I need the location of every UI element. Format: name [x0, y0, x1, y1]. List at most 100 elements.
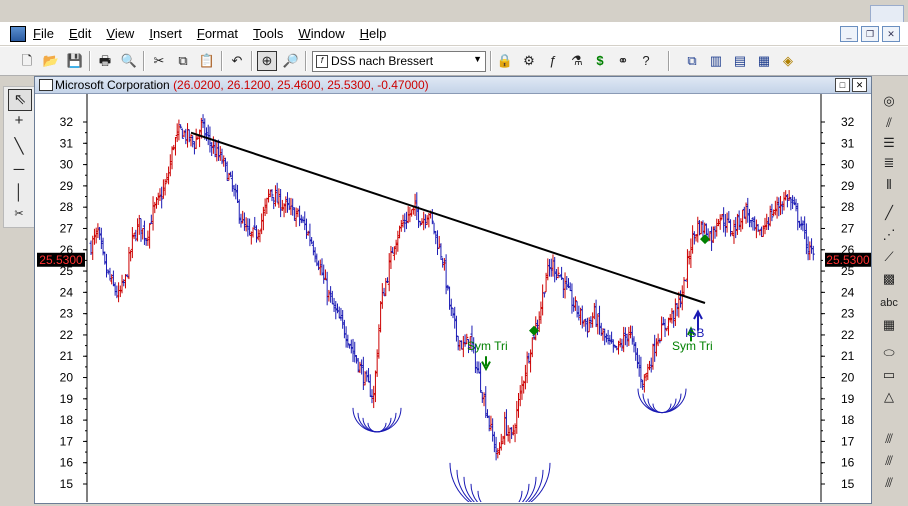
- tile-horizontal-icon[interactable]: ▤: [731, 52, 749, 70]
- price-bar: [589, 316, 593, 328]
- tile-vertical-icon[interactable]: ▥: [707, 52, 725, 70]
- price-bar: [380, 283, 384, 309]
- crosshair-icon[interactable]: ⊕: [257, 51, 277, 71]
- vertical-lines-icon[interactable]: ⦀: [878, 176, 900, 194]
- scan-icon[interactable]: ⚗: [568, 52, 586, 70]
- chart-window-titlebar[interactable]: Microsoft Corporation (26.0200, 26.1200,…: [35, 77, 871, 94]
- binoculars-icon[interactable]: ⚭: [614, 52, 632, 70]
- study-select[interactable]: f DSS nach Bressert ▼: [312, 51, 486, 72]
- price-bar: [566, 278, 570, 289]
- crosshair-tool-icon[interactable]: +: [8, 111, 30, 131]
- mdi-restore-button[interactable]: ❐: [861, 26, 879, 42]
- menu-file[interactable]: File: [33, 26, 54, 41]
- price-bar: [792, 196, 796, 206]
- toolbar-separator: [251, 51, 253, 71]
- fan-tool-icon[interactable]: ⫽: [878, 114, 900, 132]
- y-tick-label-left: 31: [60, 136, 74, 150]
- price-bar: [749, 219, 753, 228]
- y-tick-label-right: 29: [841, 179, 855, 193]
- pattern-label[interactable]: Sym Tri: [672, 339, 713, 353]
- dollar-icon[interactable]: $: [591, 52, 609, 70]
- print-preview-icon[interactable]: 🔍: [120, 52, 138, 70]
- tile-grid-icon[interactable]: ▦: [755, 52, 773, 70]
- undo-icon[interactable]: ↶: [228, 52, 246, 70]
- cut-icon[interactable]: ✂: [150, 52, 168, 70]
- last-price-marker-right: 25.5300: [825, 252, 871, 267]
- fib-retracement-icon[interactable]: ☰: [878, 134, 900, 152]
- price-bar: [358, 361, 362, 374]
- menu-window[interactable]: Window: [298, 26, 344, 41]
- menu-view[interactable]: View: [106, 26, 134, 41]
- menu-tools[interactable]: Tools: [253, 26, 283, 41]
- mdi-close-button[interactable]: ✕: [882, 26, 900, 42]
- pointer-icon[interactable]: ⇖: [8, 89, 32, 111]
- chart-maximize-button[interactable]: □: [835, 78, 850, 92]
- price-bar: [156, 192, 160, 205]
- new-document-icon[interactable]: 🗋: [18, 52, 36, 70]
- grid-pattern-icon[interactable]: ▩: [878, 270, 900, 288]
- text-tool-label[interactable]: abc: [878, 294, 900, 312]
- triangle-tool-icon[interactable]: △: [878, 388, 900, 406]
- ellipse-tool-icon[interactable]: ⬭: [878, 344, 900, 362]
- menu-help[interactable]: Help: [360, 26, 387, 41]
- rounding-bottom-arc[interactable]: [449, 462, 551, 502]
- trendline-tool-icon[interactable]: ╲: [8, 137, 30, 157]
- zoom-icon[interactable]: 🔎: [282, 52, 300, 70]
- price-chart[interactable]: 32 3231 3130 3029 2928 2827 2726 2625 2524 2423 23…: [35, 94, 871, 502]
- price-bar: [549, 258, 553, 277]
- cascade-windows-icon[interactable]: ⧉: [683, 52, 701, 70]
- price-bar: [685, 249, 689, 289]
- rounding-bottom-arc[interactable]: [352, 407, 402, 433]
- price-bar: [641, 380, 645, 390]
- andrews-pitchfork-icon[interactable]: ⫻: [878, 452, 900, 470]
- function-fx-icon[interactable]: ƒ: [544, 52, 562, 70]
- mdi-minimize-button[interactable]: _: [840, 26, 858, 42]
- y-tick-label-right: 19: [841, 392, 855, 406]
- menu-format[interactable]: Format: [197, 26, 238, 41]
- sell-arrow-icon[interactable]: [481, 356, 491, 372]
- price-bar: [201, 114, 205, 129]
- pattern-label[interactable]: ISB: [685, 326, 704, 340]
- horizontal-line-icon[interactable]: ─: [8, 160, 30, 180]
- arrange-icons-icon[interactable]: ◈: [779, 52, 797, 70]
- menu-insert[interactable]: Insert: [149, 26, 182, 41]
- vertical-line-icon[interactable]: │: [8, 183, 30, 203]
- price-bar: [722, 207, 726, 233]
- price-bar: [248, 218, 252, 236]
- price-bar: [451, 307, 455, 319]
- paste-icon[interactable]: 📋: [198, 52, 216, 70]
- print-icon[interactable]: 🖶: [96, 52, 114, 70]
- gann-fan-icon[interactable]: ⟋: [878, 248, 900, 266]
- speed-lines-icon[interactable]: ⋰: [878, 226, 900, 244]
- copy-icon[interactable]: ⧉: [174, 52, 192, 70]
- chart-window-icon[interactable]: [39, 79, 53, 91]
- y-tick-label-right: 20: [841, 371, 855, 385]
- pattern-label[interactable]: Sym Tri: [467, 339, 508, 353]
- price-bar: [448, 286, 452, 310]
- horizontal-lines-icon[interactable]: ≣: [878, 154, 900, 172]
- menu-edit[interactable]: Edit: [69, 26, 91, 41]
- channel-tool-icon[interactable]: ⫻: [878, 474, 900, 492]
- line-tool-icon[interactable]: ╱: [878, 204, 900, 222]
- expert-icon[interactable]: ⚙: [520, 52, 538, 70]
- price-bar: [367, 368, 371, 383]
- y-tick-label-left: 18: [60, 413, 74, 427]
- y-tick-label-left: 15: [60, 477, 74, 491]
- save-icon[interactable]: 💾: [66, 52, 84, 70]
- price-bar: [284, 196, 288, 214]
- rounding-bottom-arc[interactable]: [637, 388, 687, 414]
- arc-tool-icon[interactable]: ◎: [878, 92, 900, 110]
- scissors-tool-icon[interactable]: ✂: [8, 204, 30, 224]
- rectangle-tool-icon[interactable]: ▭: [878, 366, 900, 384]
- open-folder-icon[interactable]: 📂: [42, 52, 60, 70]
- window-corner-button[interactable]: [870, 5, 904, 23]
- chevron-down-icon[interactable]: ▼: [473, 54, 482, 64]
- pitchfork-icon[interactable]: ⫻: [878, 430, 900, 448]
- price-bar: [663, 318, 667, 338]
- trendline[interactable]: [190, 131, 706, 304]
- app-icon[interactable]: [10, 26, 26, 42]
- security-icon[interactable]: 🔒: [496, 52, 514, 70]
- chart-close-button[interactable]: ✕: [852, 78, 867, 92]
- help-pointer-icon[interactable]: ?: [637, 52, 655, 70]
- table-tool-icon[interactable]: ▦: [878, 316, 900, 334]
